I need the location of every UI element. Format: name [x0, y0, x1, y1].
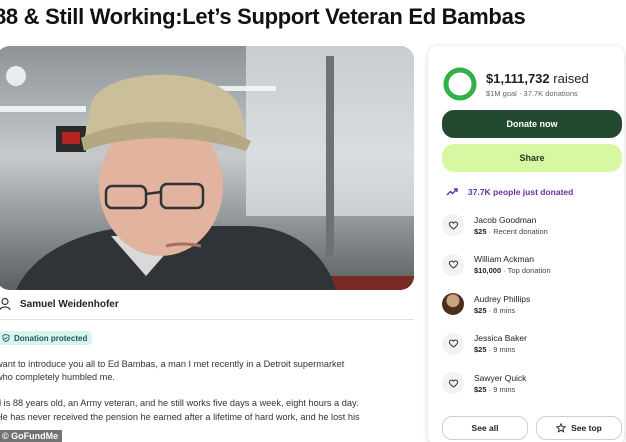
donor-amount-line: $25 · 9 mins — [474, 384, 516, 394]
heart-hand-icon — [448, 339, 458, 348]
donor-amount: $25 — [474, 226, 487, 236]
see-top-label: See top — [571, 423, 602, 433]
donor-note: 8 mins — [493, 305, 516, 315]
raised-suffix: raised — [553, 70, 589, 86]
trending-notice: 37.7K people just donated — [446, 186, 573, 198]
donor-note: Top donation — [507, 266, 551, 275]
donor-avatar — [442, 293, 464, 315]
donation-protected-badge[interactable]: Donation protected — [0, 331, 93, 345]
donor-name: William Ackman — [474, 254, 534, 264]
donor-amount: $25 — [474, 345, 487, 354]
heart-hand-icon — [448, 260, 458, 269]
donor-name: Jessica Baker — [474, 333, 527, 343]
story-paragraph: d is 88 years old, an Army veteran, and … — [0, 397, 416, 423]
badge-label: Donation protected — [14, 333, 88, 343]
donate-now-button[interactable]: Donate now — [442, 110, 622, 138]
see-all-label: See all — [471, 423, 499, 433]
donor-amount: $10,000 — [474, 266, 502, 275]
gofundme-watermark: © GoFundMe — [0, 430, 63, 442]
trending-text: 37.7K people just donated — [468, 187, 574, 197]
trending-up-icon — [446, 188, 458, 196]
story-line: who completely humbled me. — [0, 372, 115, 383]
organizer[interactable]: Samuel Weidenhofer — [0, 297, 119, 311]
donor-name: Sawyer Quick — [474, 372, 527, 383]
see-all-button[interactable]: See all — [442, 416, 528, 440]
donor-info: Audrey Phillips $25 · 8 mins — [474, 294, 530, 315]
donor-amount: $25 — [474, 384, 487, 394]
raised-amount-line: $1,111,732 raised — [486, 71, 589, 86]
raised-amount: $1,111,732 — [486, 70, 550, 86]
star-icon — [556, 423, 567, 433]
donor-amount-line: $25 · 9 mins — [474, 345, 516, 354]
donor-info: Jacob Goodman $25 · Recent donation — [474, 215, 548, 236]
organizer-name: Samuel Weidenhofer — [20, 298, 119, 310]
raised-summary: $1,111,732 raised $1M goal · 37.7K donat… — [442, 66, 589, 102]
donor-row: Jacob Goodman $25 · Recent donation — [442, 214, 548, 236]
heart-hand-icon — [448, 379, 458, 388]
donor-info: William Ackman $10,000 · Top donation — [474, 254, 551, 275]
donations-count: 37.7K donations — [523, 88, 578, 98]
share-button[interactable]: Share — [442, 144, 622, 172]
raised-text: $1,111,732 raised $1M goal · 37.7K donat… — [486, 71, 589, 98]
see-top-button[interactable]: See top — [536, 416, 622, 440]
donor-avatar-icon — [442, 332, 464, 355]
donor-row: William Ackman $10,000 · Top donation — [442, 253, 551, 276]
progress-ring-fill — [443, 67, 477, 101]
donor-info: Sawyer Quick $25 · 9 mins — [474, 373, 526, 394]
donor-name: Audrey Phillips — [474, 293, 531, 304]
raised-subline: $1M goal · 37.7K donations — [486, 88, 578, 98]
donor-note: Recent donation — [493, 226, 548, 236]
watermark-text: GoFundMe — [11, 431, 59, 441]
story-paragraph: want to introduce you all to Ed Bambas, … — [0, 358, 416, 384]
donor-amount-line: $25 · 8 mins — [474, 305, 516, 315]
campaign-photo: ‹ › — [0, 46, 414, 290]
donor-amount-line: $25 · Recent donation — [474, 226, 548, 236]
donor-amount: $25 — [474, 305, 487, 315]
donor-note: 9 mins — [493, 345, 516, 354]
donor-row: Sawyer Quick $25 · 9 mins — [442, 372, 526, 394]
donor-row: Jessica Baker $25 · 9 mins — [442, 332, 527, 355]
donation-sidebar: $1,111,732 raised $1M goal · 37.7K donat… — [428, 46, 624, 442]
donor-amount-line: $10,000 · Top donation — [474, 266, 551, 275]
page-title: 88 & Still Working:Let’s Support Veteran… — [0, 4, 526, 29]
divider — [0, 319, 414, 320]
donor-avatar-icon — [442, 253, 464, 276]
donor-note: 9 mins — [493, 384, 516, 394]
story-line: d is 88 years old, an Army veteran, and … — [0, 398, 359, 409]
donor-name: Jacob Goodman — [474, 214, 537, 225]
story-line: He has never received the pension he ear… — [0, 411, 360, 422]
donor-avatar-icon — [442, 214, 464, 236]
donor-info: Jessica Baker $25 · 9 mins — [474, 333, 527, 354]
story-line: want to introduce you all to Ed Bambas, … — [0, 359, 345, 369]
veteran-photo-illustration — [0, 46, 414, 290]
goal-text: $1M goal — [486, 88, 517, 98]
donor-row: Audrey Phillips $25 · 8 mins — [442, 293, 530, 315]
user-icon — [0, 297, 11, 311]
campaign-story: want to introduce you all to Ed Bambas, … — [0, 358, 416, 437]
shield-check-icon — [2, 334, 10, 342]
donor-avatar-icon — [442, 372, 464, 394]
progress-ring — [443, 67, 477, 101]
heart-hand-icon — [448, 221, 458, 230]
